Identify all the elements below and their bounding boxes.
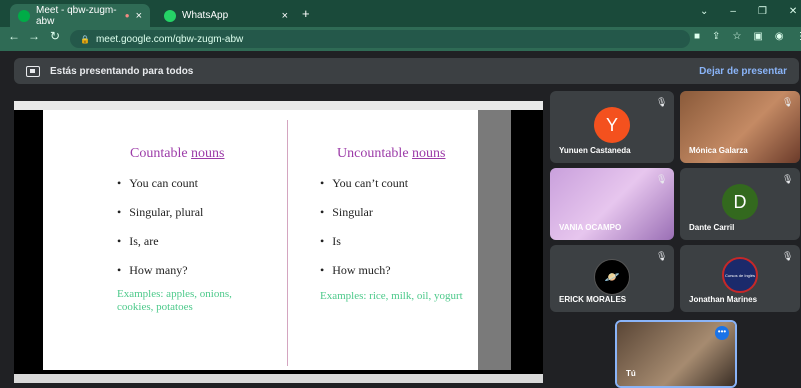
mic-off-icon: 🎙 xyxy=(782,251,794,261)
tab-label: Meet - qbw-zugm-abw xyxy=(36,4,117,27)
close-tab-icon[interactable]: × xyxy=(282,10,288,22)
uncountable-examples: Examples: rice, milk, oil, yogurt xyxy=(320,290,463,302)
mic-off-icon: 🎙 xyxy=(656,97,668,107)
mic-off-icon: 🎙 xyxy=(656,251,668,261)
list-item: • How many? xyxy=(117,263,188,277)
list-item: • Singular, plural xyxy=(117,205,204,219)
toolbar-icons: ■ ⇪ ☆ ▣ ◉ ⋮ xyxy=(694,31,801,42)
self-view-tile[interactable]: ••• Tú xyxy=(615,320,737,388)
mic-off-icon: 🎙 xyxy=(782,174,794,184)
address-bar[interactable]: 🔒 meet.google.com/qbw-zugm-abw xyxy=(70,30,690,48)
presenting-text: Estás presentando para todos xyxy=(50,65,194,77)
sidebar-icon[interactable]: ▣ xyxy=(753,31,762,42)
recording-icon: ● xyxy=(124,11,130,20)
powerpoint-title-bar xyxy=(14,101,543,110)
countable-examples: Examples: apples, onions, cookies, potat… xyxy=(117,288,232,313)
list-item: • How much? xyxy=(320,263,391,277)
powerpoint-status-bar xyxy=(14,374,543,383)
slide-edge xyxy=(478,110,511,370)
list-item: • Singular xyxy=(320,205,373,219)
camera-icon[interactable]: ■ xyxy=(694,31,700,42)
list-item: • Is, are xyxy=(117,234,159,248)
participant-name: Mónica Galarza xyxy=(689,146,748,155)
participant-tile[interactable]: 🪐 🎙 ERICK MORALES xyxy=(550,245,674,312)
star-icon[interactable]: ☆ xyxy=(732,31,741,42)
window-controls: ⌄ – ❐ ✕ xyxy=(700,6,797,17)
mic-off-icon: 🎙 xyxy=(782,97,794,107)
participant-name: Jonathan Marines xyxy=(689,295,758,304)
lock-icon: 🔒 xyxy=(80,34,90,44)
participant-tile[interactable]: 🎙 Mónica Galarza xyxy=(680,91,800,163)
tab-search-icon[interactable]: ⌄ xyxy=(700,6,708,17)
presenting-banner: Estás presentando para todos Dejar de pr… xyxy=(14,58,799,84)
participant-tile[interactable]: Y 🎙 Yunuen Castaneda xyxy=(550,91,674,163)
list-item: • You can’t count xyxy=(320,176,409,190)
heading-word: Uncountable xyxy=(337,146,409,161)
new-tab-button[interactable]: + xyxy=(302,6,310,21)
forward-icon[interactable]: → xyxy=(28,29,40,43)
list-item: • Is xyxy=(320,234,341,248)
minimize-icon[interactable]: – xyxy=(730,6,736,17)
uncountable-list: • You can’t count • Singular • Is • How much… xyxy=(320,176,408,278)
present-icon xyxy=(26,65,40,77)
heading-word: Countable xyxy=(130,146,188,161)
close-window-icon[interactable]: ✕ xyxy=(789,6,797,17)
reload-icon[interactable]: ↻ xyxy=(50,29,60,43)
countable-list: • You can count • Singular, plural • Is, ar… xyxy=(117,176,203,278)
stop-presenting-button[interactable]: Dejar de presentar xyxy=(699,66,787,77)
back-icon[interactable]: ← xyxy=(8,29,20,43)
list-item: • You can count xyxy=(117,176,198,190)
profile-avatar[interactable]: ◉ xyxy=(775,31,784,42)
url-text: meet.google.com/qbw-zugm-abw xyxy=(95,33,244,45)
tab-label: WhatsApp xyxy=(182,10,229,21)
whatsapp-favicon-icon xyxy=(164,9,176,22)
uncountable-heading: Uncountable nouns xyxy=(337,146,445,162)
maximize-icon[interactable]: ❐ xyxy=(758,6,767,17)
more-options-icon[interactable]: ••• xyxy=(715,326,729,340)
participant-name: Dante Carril xyxy=(689,223,735,232)
participant-name: VANIA OCAMPO xyxy=(559,223,622,232)
tab-whatsapp[interactable]: WhatsApp × xyxy=(156,4,296,27)
close-tab-icon[interactable]: × xyxy=(136,10,142,22)
participant-name: ERICK MORALES xyxy=(559,295,627,304)
menu-icon[interactable]: ⋮ xyxy=(796,31,801,42)
avatar: Y xyxy=(594,107,630,143)
share-icon[interactable]: ⇪ xyxy=(712,31,720,42)
mic-off-icon: 🎙 xyxy=(656,174,668,184)
participant-tile[interactable]: 🎙 VANIA OCAMPO xyxy=(550,168,674,240)
countable-heading: Countable nouns xyxy=(130,146,225,162)
tab-meet[interactable]: Meet - qbw-zugm-abw ● × xyxy=(10,4,150,27)
participant-tile[interactable]: Cursos de Inglés 🎙 Jonathan Marines xyxy=(680,245,800,312)
heading-underlined: nouns xyxy=(191,146,225,161)
participant-tile[interactable]: D 🎙 Dante Carril xyxy=(680,168,800,240)
participant-name: Tú xyxy=(626,369,636,378)
heading-underlined: nouns xyxy=(412,146,446,161)
avatar: D xyxy=(722,184,758,220)
meet-favicon-icon xyxy=(18,9,30,22)
participant-name: Yunuen Castaneda xyxy=(559,146,631,155)
logo-avatar: Cursos de Inglés xyxy=(722,257,758,293)
planet-avatar-icon: 🪐 xyxy=(594,259,630,295)
slide-divider xyxy=(287,120,288,366)
